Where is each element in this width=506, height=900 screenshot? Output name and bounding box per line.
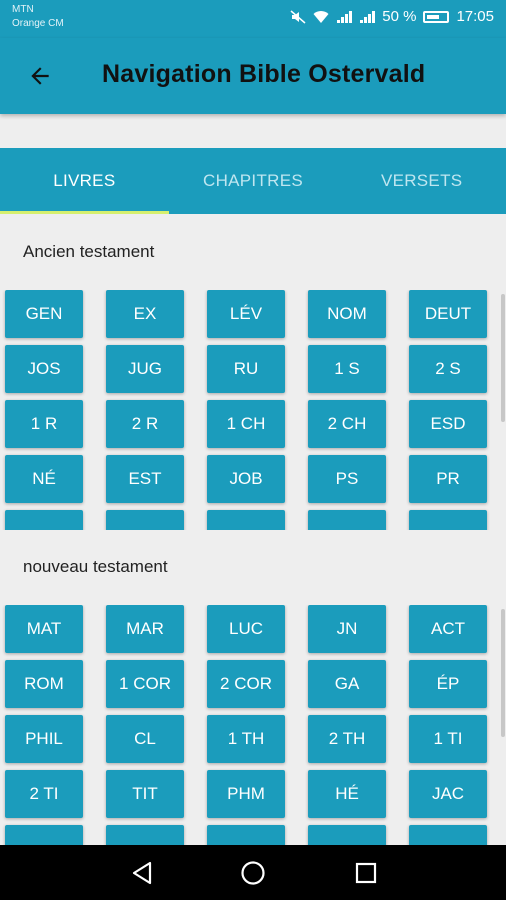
book-button-partial[interactable] bbox=[5, 510, 83, 530]
book-button[interactable]: NOM bbox=[308, 290, 386, 338]
book-button[interactable]: 2 S bbox=[409, 345, 487, 393]
book-button[interactable]: PHIL bbox=[5, 715, 83, 763]
carrier-line1: MTN bbox=[12, 4, 34, 15]
book-button[interactable]: PS bbox=[308, 455, 386, 503]
book-button-partial[interactable] bbox=[207, 510, 285, 530]
book-button[interactable]: 1 TH bbox=[207, 715, 285, 763]
carrier-info: MTN Orange CM bbox=[12, 3, 64, 31]
book-button[interactable]: 1 S bbox=[308, 345, 386, 393]
new-testament-list[interactable]: MAT MAR LUC JN ACT ROM 1 COR 2 COR GA ÉP PHIL CL 1 T… bbox=[0, 605, 506, 845]
signal-icon bbox=[337, 10, 353, 23]
book-button[interactable]: 2 TI bbox=[5, 770, 83, 818]
battery-icon bbox=[423, 10, 450, 23]
carrier-line2: Orange CM bbox=[12, 18, 64, 29]
tab-bar: LIVRES CHAPITRES VERSETS bbox=[0, 148, 506, 214]
book-button[interactable]: PHM bbox=[207, 770, 285, 818]
book-button[interactable]: ROM bbox=[5, 660, 83, 708]
tab-versets[interactable]: VERSETS bbox=[337, 148, 506, 214]
new-testament-scrollbar[interactable] bbox=[501, 609, 505, 737]
wifi-icon bbox=[313, 10, 329, 23]
book-button-partial[interactable] bbox=[5, 825, 83, 845]
back-button[interactable] bbox=[22, 58, 58, 94]
system-nav-bar bbox=[0, 845, 506, 900]
book-button[interactable]: JOS bbox=[5, 345, 83, 393]
status-bar: MTN Orange CM 50 % 17:05 bbox=[0, 0, 506, 38]
book-button[interactable]: PR bbox=[409, 455, 487, 503]
book-button[interactable]: 1 COR bbox=[106, 660, 184, 708]
old-testament-grid: GEN EX LÉV NOM DEUT JOS JUG RU 1 S 2 S 1 R 2 R 1 CH 2… bbox=[5, 290, 487, 530]
book-button[interactable]: HÉ bbox=[308, 770, 386, 818]
book-button[interactable]: 1 TI bbox=[409, 715, 487, 763]
book-button[interactable]: DEUT bbox=[409, 290, 487, 338]
tab-livres[interactable]: LIVRES bbox=[0, 148, 169, 214]
new-testament-grid: MAT MAR LUC JN ACT ROM 1 COR 2 COR GA ÉP PHIL CL 1 T… bbox=[5, 605, 487, 845]
book-button[interactable]: LÉV bbox=[207, 290, 285, 338]
old-testament-list[interactable]: GEN EX LÉV NOM DEUT JOS JUG RU 1 S 2 S 1 R 2 R 1 CH 2… bbox=[0, 290, 506, 530]
signal-icon-2 bbox=[360, 10, 376, 23]
book-button[interactable]: EX bbox=[106, 290, 184, 338]
battery-percent: 50 % bbox=[382, 8, 417, 25]
book-button[interactable]: 2 COR bbox=[207, 660, 285, 708]
book-button[interactable]: JN bbox=[308, 605, 386, 653]
book-button[interactable]: MAR bbox=[106, 605, 184, 653]
book-button[interactable]: RU bbox=[207, 345, 285, 393]
book-button[interactable]: 2 TH bbox=[308, 715, 386, 763]
arrow-left-icon bbox=[31, 67, 49, 85]
nav-recents-button[interactable] bbox=[350, 857, 382, 889]
book-button[interactable]: GEN bbox=[5, 290, 83, 338]
book-button-partial[interactable] bbox=[308, 825, 386, 845]
book-button[interactable]: MAT bbox=[5, 605, 83, 653]
app-bar: Navigation Bible Ostervald bbox=[0, 38, 506, 114]
book-button[interactable]: CL bbox=[106, 715, 184, 763]
book-button[interactable]: 1 CH bbox=[207, 400, 285, 448]
book-button-partial[interactable] bbox=[207, 825, 285, 845]
book-button[interactable]: NÉ bbox=[5, 455, 83, 503]
book-button[interactable]: 2 R bbox=[106, 400, 184, 448]
book-button[interactable]: 2 CH bbox=[308, 400, 386, 448]
old-testament-scrollbar[interactable] bbox=[501, 294, 505, 422]
nav-home-button[interactable] bbox=[237, 857, 269, 889]
tab-chapitres[interactable]: CHAPITRES bbox=[169, 148, 338, 214]
book-button[interactable]: 1 R bbox=[5, 400, 83, 448]
page-title: Navigation Bible Ostervald bbox=[102, 60, 426, 88]
book-button[interactable]: ESD bbox=[409, 400, 487, 448]
book-button[interactable]: ACT bbox=[409, 605, 487, 653]
book-button[interactable]: ÉP bbox=[409, 660, 487, 708]
nav-back-button[interactable] bbox=[126, 857, 158, 889]
new-testament-title: nouveau testament bbox=[23, 557, 168, 576]
clock: 17:05 bbox=[456, 8, 494, 25]
book-button-partial[interactable] bbox=[308, 510, 386, 530]
book-button-partial[interactable] bbox=[106, 825, 184, 845]
book-button[interactable]: JUG bbox=[106, 345, 184, 393]
book-button[interactable]: GA bbox=[308, 660, 386, 708]
book-button[interactable]: TIT bbox=[106, 770, 184, 818]
book-button[interactable]: JAC bbox=[409, 770, 487, 818]
back-triangle-icon bbox=[132, 861, 152, 885]
mute-icon bbox=[290, 9, 306, 24]
recents-square-icon bbox=[355, 862, 377, 884]
book-button[interactable]: LUC bbox=[207, 605, 285, 653]
old-testament-title: Ancien testament bbox=[23, 242, 155, 261]
home-circle-icon bbox=[241, 861, 265, 885]
status-icons: 50 % 17:05 bbox=[290, 8, 494, 25]
book-button-partial[interactable] bbox=[409, 825, 487, 845]
book-button[interactable]: EST bbox=[106, 455, 184, 503]
book-button-partial[interactable] bbox=[409, 510, 487, 530]
book-button[interactable]: JOB bbox=[207, 455, 285, 503]
book-button-partial[interactable] bbox=[106, 510, 184, 530]
